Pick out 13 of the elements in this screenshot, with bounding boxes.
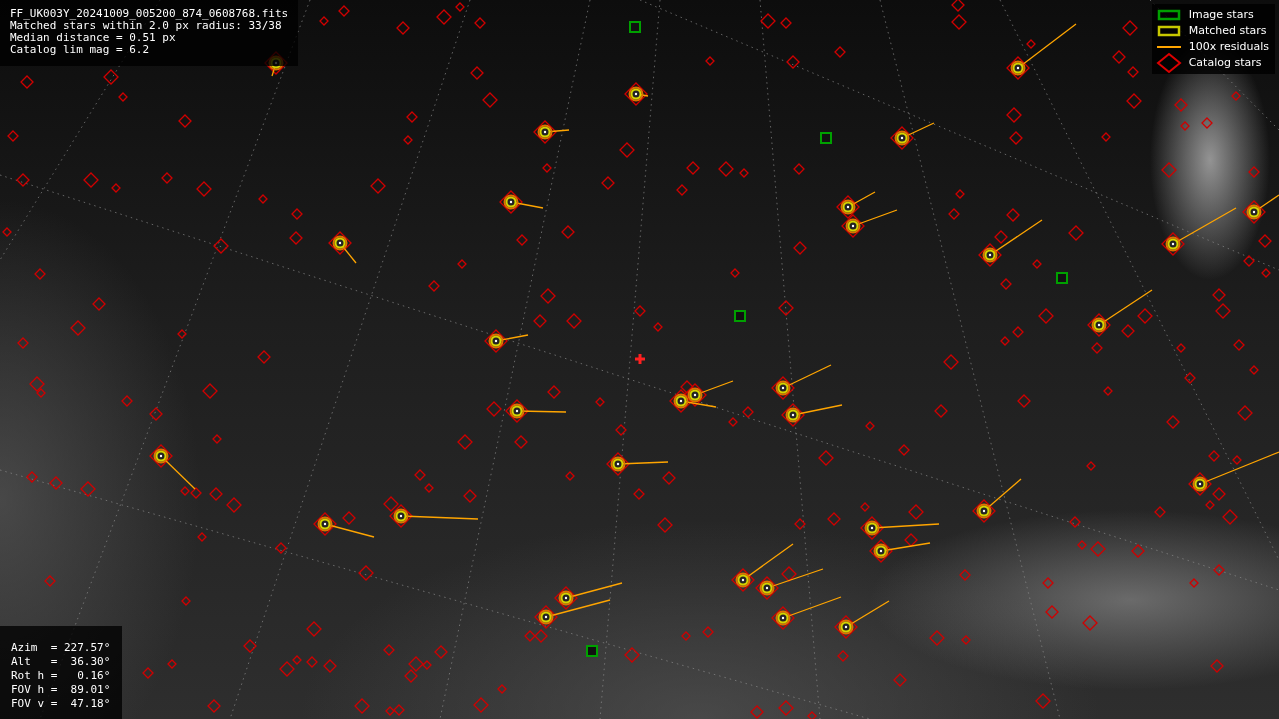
info-text: Matched stars within 2.0 px radius: 33/38 [10,20,282,32]
pointing-text: Azim = 227.57° [11,641,111,655]
pointing-text: FOV h = 89.01° [11,683,111,697]
info-text: Catalog lim mag = 6.2 [10,44,151,56]
legend-label: Matched stars [1188,23,1267,39]
info-text: FF_UK003Y_20241009_005200_874_0608768.fits [10,8,289,20]
pointing-text: FOV v = 47.18° [11,697,111,711]
legend-label: Image stars [1188,7,1254,23]
legend-label: Catalog stars [1188,55,1262,71]
legend-label: 100x residuals [1188,39,1269,55]
pointing-text: Alt = 36.30° [11,655,111,669]
info-text: Median distance = 0.51 px [10,32,177,44]
pointing-text: Rot h = 0.16° [11,669,111,683]
